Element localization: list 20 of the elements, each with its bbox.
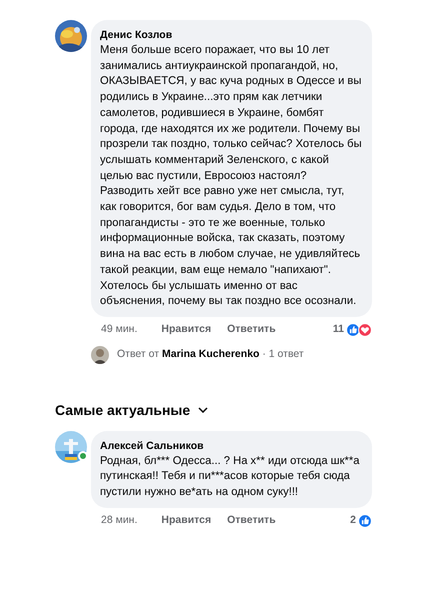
avatar[interactable] (55, 430, 87, 463)
comment-text: Родная, бл*** Одесса... ? На х** иди отсюда шк**а путинская!! Тебя и пи***асов которые тебя сюда пустили нужно ве*ать на одном суку!!! (100, 454, 360, 500)
sort-dropdown[interactable]: Самые актуальные (55, 400, 208, 421)
reply-button[interactable]: Ответить (227, 322, 276, 338)
chevron-down-icon (198, 407, 208, 414)
comment-text: Меня больше всего поражает, что вы 10 лет занимались антиукраинской пропагандой, но, ОКАЗЫВАЕТСЯ, у вас куча родных в Одессе и вы родились в Украине...это прям как летчики самолетов, родившиеся в Украине, бомбят города, где находятся их же родители. Почему вы прозрели так поздно, только сейчас? Хотелось бы услышать комментарий Зеленского, с какой целью вас пустили, Евросоюз настоял? Разводить хейт все равно уже нет смысла, тут, как говорится, бог вам судья. Дело в том, что пропагандисты - это те же военные, только информационные войска, так сказать, поэтому вина на вас есть в любом случае, не удивляйтесь такой реакции, вам еще немало "напихают". Хотелось бы услышать именно от вас объяснения, почему вы так поздно все осознали. (100, 43, 362, 310)
timestamp: 49 мин. (101, 322, 138, 337)
reaction-count[interactable]: 11 (332, 322, 344, 338)
author-name[interactable]: Алексей Сальников (100, 438, 362, 454)
author-name[interactable]: Денис Козлов (100, 27, 362, 43)
avatar[interactable] (55, 20, 87, 52)
like-button[interactable]: Нравится (161, 322, 212, 338)
thumbs-up-icon (358, 514, 372, 528)
reaction-count[interactable]: 2 (350, 512, 356, 529)
reply-button[interactable]: Ответить (227, 512, 276, 529)
replies-link[interactable]: Ответ от Marina Kucherenko · 1 ответ (117, 346, 304, 363)
like-button[interactable]: Нравится (161, 512, 212, 529)
thumbs-up-icon (346, 322, 360, 337)
timestamp: 28 мин. (101, 512, 138, 528)
avatar[interactable] (91, 346, 109, 364)
